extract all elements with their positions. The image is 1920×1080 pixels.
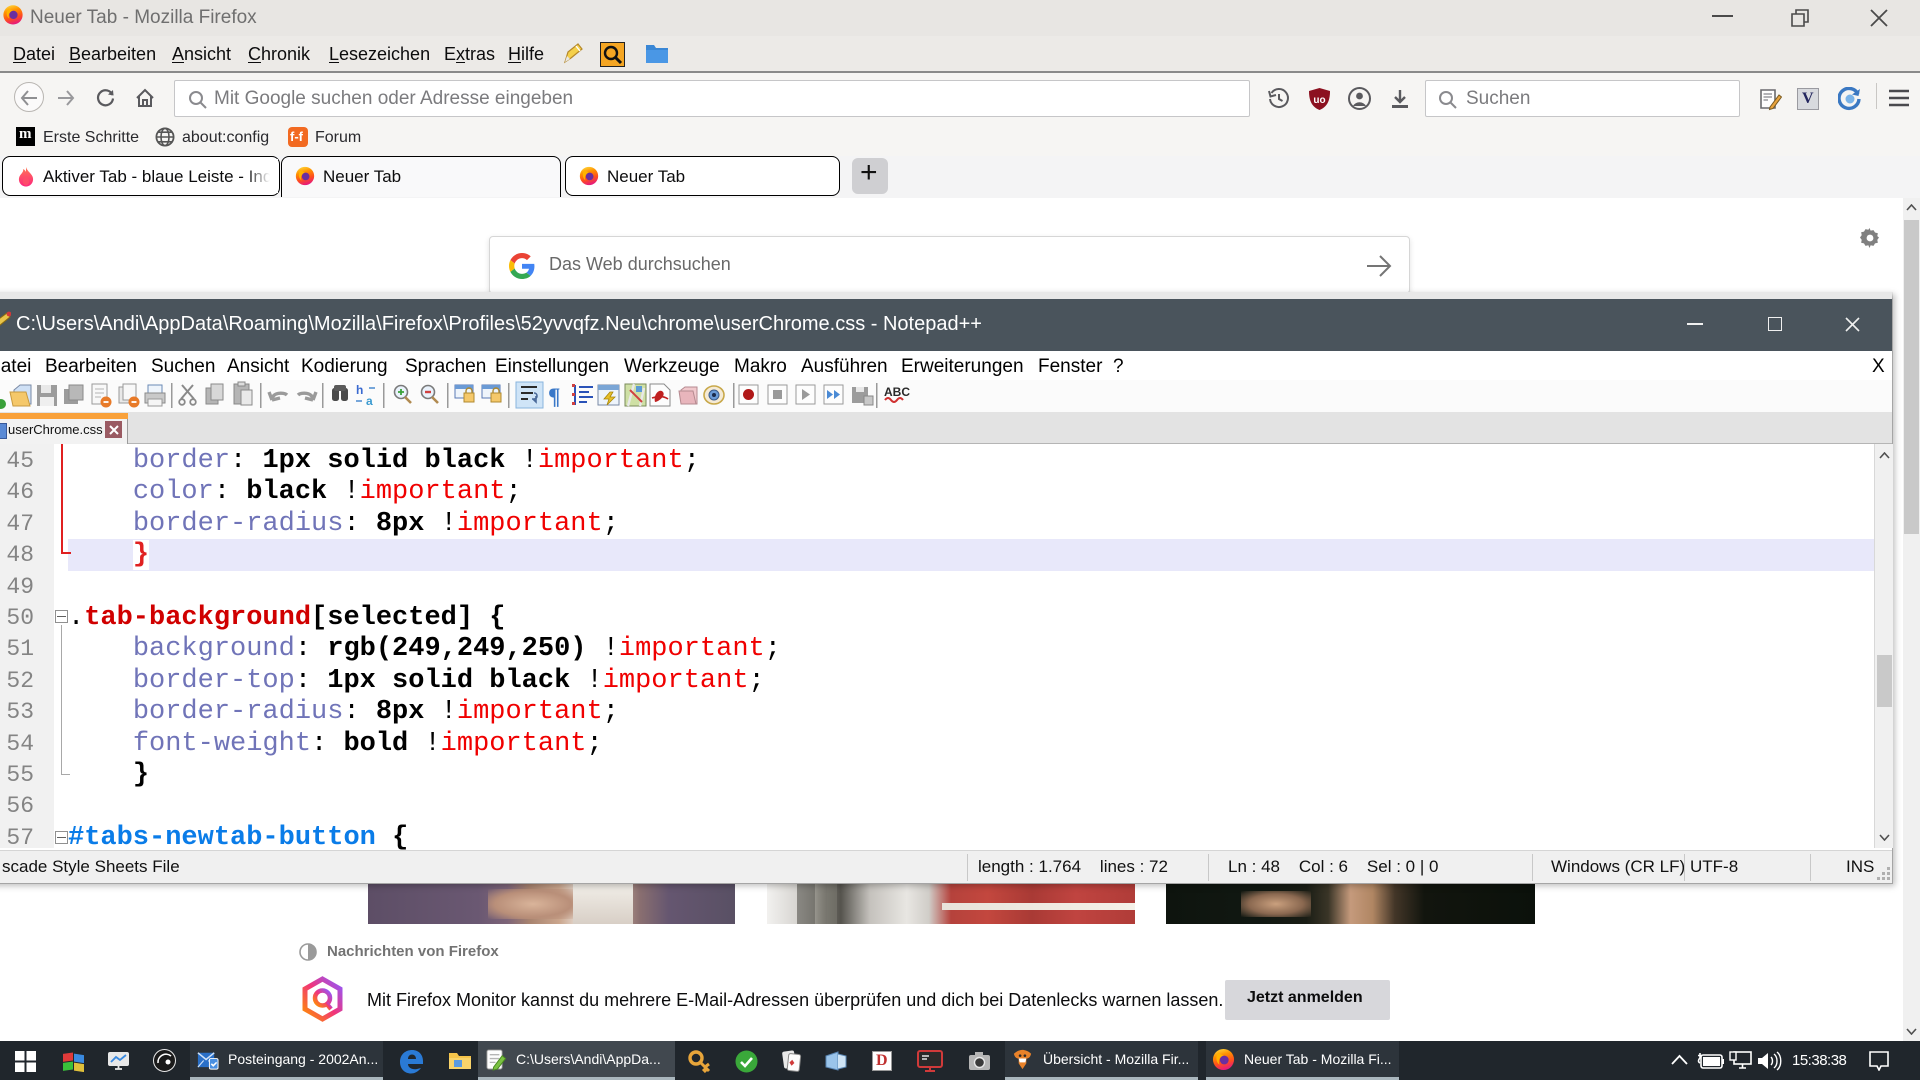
svg-text:¶: ¶ xyxy=(548,384,560,409)
svg-text:h: h xyxy=(356,383,363,397)
svg-text:uo: uo xyxy=(1313,95,1325,106)
svg-text:a: a xyxy=(366,394,373,408)
svg-text:ABC: ABC xyxy=(884,385,910,399)
